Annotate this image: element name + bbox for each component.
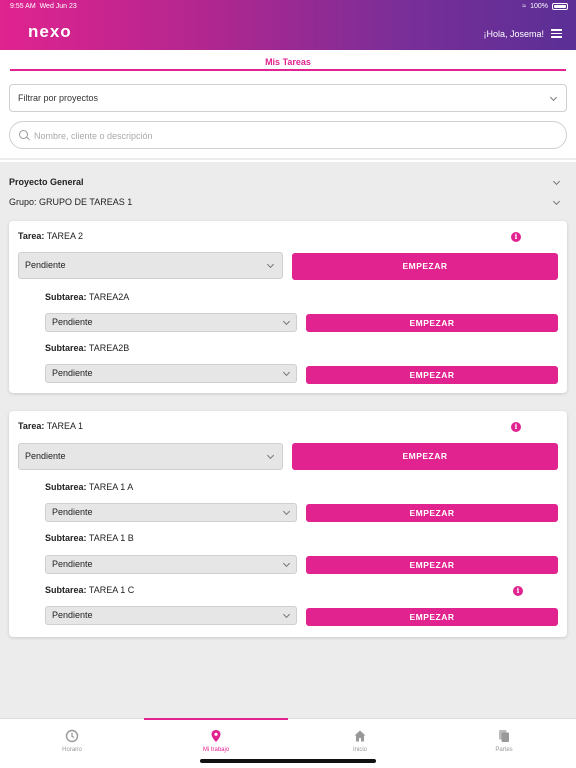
task-card: Tarea: TAREA 1 i Pendiente EMPEZAR Subta… [9,411,567,637]
start-subtask-button[interactable]: EMPEZAR [306,366,558,384]
location-pin-icon [211,730,221,742]
battery-icon [552,3,568,10]
chevron-down-icon [549,93,558,102]
subtask-status-select[interactable]: Pendiente [45,364,297,383]
hamburger-menu-icon[interactable] [551,29,562,38]
chevron-down-icon [282,317,291,326]
status-right: ≈ 100% [522,3,568,10]
subtask-status-select[interactable]: Pendiente [45,313,297,332]
page-title: Mis Tareas [265,57,311,67]
divider [0,160,576,162]
clock-icon [65,729,79,743]
nav-label: Horario [62,747,82,753]
home-indicator [200,759,376,763]
info-icon[interactable]: i [513,586,523,596]
chevron-down-icon [266,260,275,269]
chevron-down-icon [282,610,291,619]
start-task-button[interactable]: EMPEZAR [292,253,558,280]
start-task-button[interactable]: EMPEZAR [292,443,558,470]
home-icon [354,730,366,742]
chevron-down-icon [282,368,291,377]
battery-percent: 100% [530,3,548,10]
status-bar: 9:55 AM Wed Jun 23 ≈ 100% [0,0,576,14]
subtask-status-select[interactable]: Pendiente [45,555,297,574]
app-logo: nexo [28,22,72,41]
nav-item-inicio[interactable]: Inicio [288,729,432,753]
title-underline [10,69,566,71]
wifi-icon: ≈ [522,3,527,10]
active-tab-indicator [144,718,288,720]
start-subtask-button[interactable]: EMPEZAR [306,314,558,332]
project-name[interactable]: Proyecto General [9,177,84,187]
task-card: Tarea: TAREA 2 i Pendiente EMPEZAR Subta… [9,221,567,393]
nav-label: Mi trabajo [202,747,230,753]
group-expand-chevron-icon[interactable] [552,197,561,206]
search-bar[interactable] [9,121,567,149]
start-subtask-button[interactable]: EMPEZAR [306,504,558,522]
status-time: 9:55 AM Wed Jun 23 [10,3,77,10]
start-subtask-button[interactable]: EMPEZAR [306,556,558,574]
project-expand-chevron-icon[interactable] [552,177,561,186]
nav-item-partes[interactable]: Partes [432,729,576,753]
subtask-status-select[interactable]: Pendiente [45,606,297,625]
subtask-title: Subtarea: TAREA 1 B [45,533,134,543]
group-title[interactable]: Grupo: GRUPO DE TAREAS 1 [9,197,132,207]
start-subtask-button[interactable]: EMPEZAR [306,608,558,626]
task-status-select[interactable]: Pendiente [18,252,283,279]
project-filter-label: Filtrar por proyectos [18,93,99,103]
search-icon [19,130,28,139]
chevron-down-icon [282,507,291,516]
subtask-title: Subtarea: TAREA 1 A [45,482,134,492]
chevron-down-icon [282,559,291,568]
app-header: 9:55 AM Wed Jun 23 ≈ 100% nexo ¡Hola, Jo… [0,0,576,50]
user-greeting: ¡Hola, Josema! [483,29,544,39]
subtask-status-select[interactable]: Pendiente [45,503,297,522]
title-bar: Mis Tareas [0,50,576,75]
subtask-title: Subtarea: TAREA2B [45,343,130,353]
task-title: Tarea: TAREA 2 [18,231,84,241]
nav-item-horario[interactable]: Horario [0,729,144,753]
subtask-title: Subtarea: TAREA 1 C [45,585,135,595]
documents-icon [499,730,509,742]
chevron-down-icon [266,451,275,460]
nav-item-mi-trabajo[interactable]: Mi trabajo [144,729,288,753]
info-icon[interactable]: i [511,422,521,432]
info-icon[interactable]: i [511,232,521,242]
nav-label: Partes [495,747,513,753]
subtask-title: Subtarea: TAREA2A [45,292,130,302]
task-status-select[interactable]: Pendiente [18,443,283,470]
search-input[interactable] [34,127,554,144]
task-title: Tarea: TAREA 1 [18,421,84,431]
project-filter-select[interactable]: Filtrar por proyectos [9,84,567,112]
nav-label: Inicio [352,747,367,753]
